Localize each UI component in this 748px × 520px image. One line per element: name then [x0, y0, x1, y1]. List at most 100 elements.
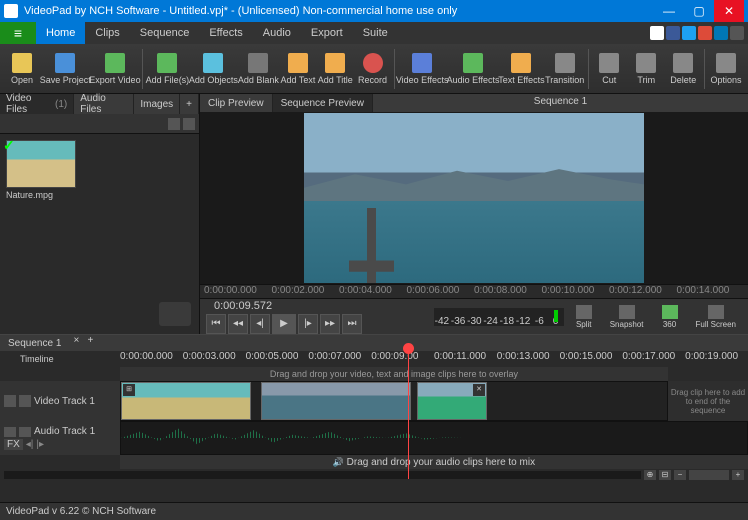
trim-button[interactable]: Trim: [628, 51, 664, 87]
export-video-button[interactable]: Export Video: [91, 51, 140, 87]
audio-effects-button[interactable]: Audio Effects: [448, 51, 498, 87]
tab-video-files[interactable]: Video Files (1): [0, 94, 74, 114]
audio-track-header[interactable]: Audio Track 1 FX◂||▸: [0, 421, 120, 455]
status-bar: VideoPad v 6.22 © NCH Software: [0, 502, 748, 520]
goto-start-button[interactable]: ⏮: [206, 314, 226, 334]
cut-button[interactable]: Cut: [591, 51, 627, 87]
minimize-button[interactable]: —: [654, 0, 684, 22]
timeline: Sequence 1 × + Timeline 0:00:00.0000:00:…: [0, 334, 748, 502]
fx-button[interactable]: FX: [4, 439, 23, 450]
audio-track: Audio Track 1 FX◂||▸: [0, 421, 748, 455]
sequence-label: Sequence 1: [373, 94, 748, 112]
tab-clips[interactable]: Clips: [85, 22, 129, 44]
add-files-button[interactable]: Add File(s): [146, 51, 189, 87]
tab-effects[interactable]: Effects: [199, 22, 252, 44]
tab-suite[interactable]: Suite: [353, 22, 398, 44]
add-blank-button[interactable]: Add Blank: [238, 51, 279, 87]
lock-icon[interactable]: [19, 395, 31, 407]
timeline-scrollbar: ⊕ ⊟ − +: [0, 469, 748, 481]
tab-sequence-preview[interactable]: Sequence Preview: [273, 94, 373, 112]
zoom-fit-icon[interactable]: ⊟: [659, 470, 671, 480]
goto-end-button[interactable]: ⏭: [342, 314, 362, 334]
sequence-tab[interactable]: Sequence 1: [0, 335, 69, 351]
tab-export[interactable]: Export: [301, 22, 353, 44]
linkedin-icon[interactable]: [714, 26, 728, 40]
preview-ruler[interactable]: 0:00:00.0000:00:02.0000:00:04.0000:00:06…: [200, 284, 748, 298]
snapshot-button[interactable]: Snapshot: [604, 303, 650, 331]
next-frame-button[interactable]: ▸▸: [320, 314, 340, 334]
preview-viewport[interactable]: [200, 112, 748, 284]
text-effects-button[interactable]: Text Effects: [499, 51, 544, 87]
add-text-button[interactable]: Add Text: [280, 51, 316, 87]
delete-button[interactable]: Delete: [665, 51, 701, 87]
tab-images[interactable]: Images: [134, 94, 180, 114]
collapse-icon[interactable]: [4, 395, 16, 407]
preview-image: [304, 113, 644, 283]
playhead[interactable]: [408, 349, 409, 479]
timeline-label: Timeline: [0, 351, 120, 367]
fx-badge[interactable]: ⊞: [123, 384, 135, 396]
add-seq-button[interactable]: +: [83, 335, 97, 351]
video-clip[interactable]: [261, 382, 411, 420]
titlebar: VideoPad by NCH Software - Untitled.vpj*…: [0, 0, 748, 22]
social-icons: [650, 26, 748, 40]
close-button[interactable]: ✕: [714, 0, 744, 22]
audio-meter: -42-36-30-24-18-12-60: [434, 308, 564, 326]
tab-audio[interactable]: Audio: [253, 22, 301, 44]
close-seq-button[interactable]: ×: [69, 335, 83, 351]
zoom-slider[interactable]: [689, 470, 729, 480]
facebook-icon[interactable]: [666, 26, 680, 40]
zoom-in-icon[interactable]: +: [732, 470, 744, 480]
fullscreen-button[interactable]: Full Screen: [690, 303, 742, 331]
bin-tools: [0, 114, 199, 134]
window-title: VideoPad by NCH Software - Untitled.vpj*…: [24, 5, 654, 17]
transition-badge[interactable]: ✕: [473, 384, 485, 396]
thumbs-icon[interactable]: [650, 26, 664, 40]
video-track-header[interactable]: Video Track 1: [0, 381, 120, 421]
add-tab-button[interactable]: +: [180, 94, 199, 114]
play-button[interactable]: ▶: [272, 314, 296, 334]
preview-pane: Clip Preview Sequence Preview Sequence 1…: [200, 94, 748, 334]
tab-home[interactable]: Home: [36, 22, 85, 44]
collapse-icon[interactable]: [4, 427, 16, 437]
scrollbar-track[interactable]: [4, 471, 641, 479]
step-back-button[interactable]: ◂|: [250, 314, 270, 334]
split-button[interactable]: Split: [570, 303, 598, 331]
video-clip[interactable]: ⊞: [121, 382, 251, 420]
zoom-marker-icon[interactable]: ⊕: [644, 470, 656, 480]
prev-frame-button[interactable]: ◂◂: [228, 314, 248, 334]
hamburger-menu[interactable]: ≡: [0, 22, 36, 44]
list-view-icon[interactable]: [183, 118, 195, 130]
open-button[interactable]: Open: [4, 51, 40, 87]
playback-controls: 0:00:09.572 ⏮ ◂◂ ◂| ▶ |▸ ▸▸ ⏭ -42-36-30-…: [200, 298, 748, 334]
maximize-button[interactable]: ▢: [684, 0, 714, 22]
transition-button[interactable]: Transition: [545, 51, 585, 87]
record-button[interactable]: Record: [355, 51, 391, 87]
tab-audio-files[interactable]: Audio Files: [74, 94, 134, 114]
tab-clip-preview[interactable]: Clip Preview: [200, 94, 273, 112]
media-bin: Video Files (1) Audio Files Images + Nat…: [0, 94, 200, 334]
help-icon[interactable]: [730, 26, 744, 40]
360-button[interactable]: 360: [656, 303, 684, 331]
timeline-ruler[interactable]: 0:00:00.0000:00:03.0000:00:05.0000:00:07…: [120, 351, 748, 367]
audio-mix-hint[interactable]: 🔊 Drag and drop your audio clips here to…: [120, 455, 748, 469]
options-button[interactable]: Options: [708, 51, 744, 87]
mute-icon[interactable]: [19, 427, 31, 437]
media-thumbnail[interactable]: Nature.mpg: [6, 140, 76, 200]
step-fwd-button[interactable]: |▸: [298, 314, 318, 334]
save-project-button[interactable]: Save Project: [41, 51, 90, 87]
video-effects-button[interactable]: Video Effects: [397, 51, 447, 87]
twitter-icon[interactable]: [682, 26, 696, 40]
zoom-out-icon[interactable]: −: [674, 470, 686, 480]
add-title-button[interactable]: Add Title: [317, 51, 353, 87]
add-objects-button[interactable]: Add Objects: [190, 51, 237, 87]
tab-sequence[interactable]: Sequence: [130, 22, 200, 44]
video-clip[interactable]: ✕: [417, 382, 487, 420]
google-icon[interactable]: [698, 26, 712, 40]
video-track-content[interactable]: ⊞ ✕: [120, 381, 668, 421]
overlay-drop-hint[interactable]: Drag and drop your video, text and image…: [120, 367, 668, 381]
end-drop-hint[interactable]: Drag clip here to add to end of the sequ…: [668, 381, 748, 421]
audio-track-content[interactable]: [120, 421, 748, 455]
timecode: 0:00:09.572: [206, 300, 362, 312]
grid-view-icon[interactable]: [168, 118, 180, 130]
